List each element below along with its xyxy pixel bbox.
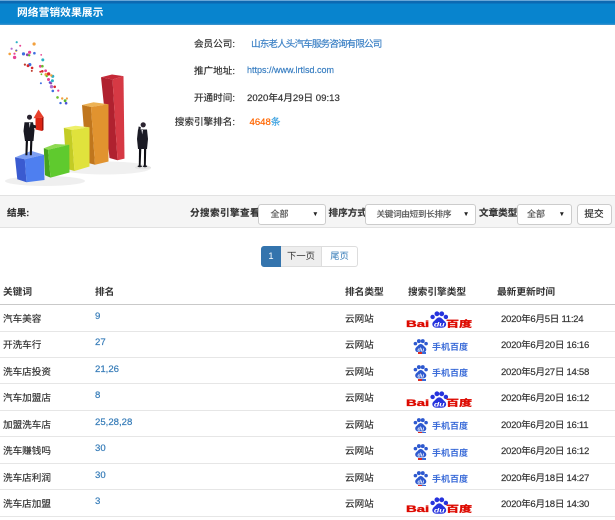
svg-text:du: du	[433, 322, 445, 329]
svg-text:du: du	[433, 401, 445, 408]
svg-text:du: du	[433, 507, 445, 514]
